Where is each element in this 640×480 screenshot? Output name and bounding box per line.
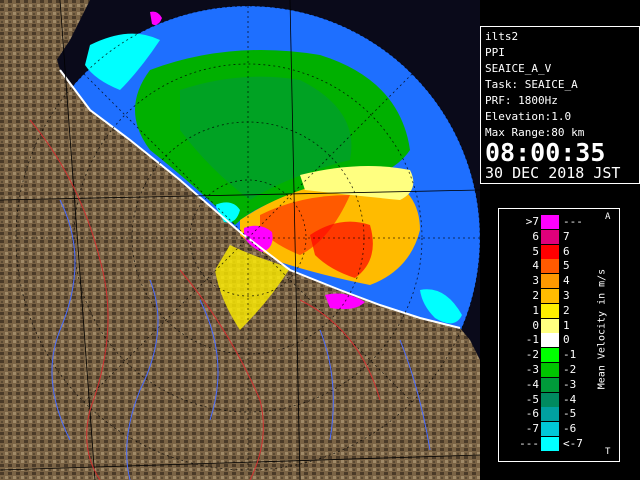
legend-lower-bound: 1: [532, 303, 539, 317]
legend-upper-bound: 0: [563, 333, 570, 347]
product-name: SEAICE_A_V: [485, 62, 552, 75]
legend-upper-bound: ---: [563, 215, 583, 228]
legend-row: -6 -5: [499, 407, 589, 422]
legend-upper-bound: 1: [563, 318, 570, 332]
legend-row: --- <-7: [499, 437, 589, 451]
station-name: ilts2: [485, 30, 519, 43]
legend-upper-bound: 6: [563, 244, 570, 258]
legend-row: 34: [499, 274, 589, 289]
elevation-label: Elevation:1.0: [485, 110, 572, 123]
legend-color-swatch: [541, 303, 559, 318]
legend-lower-bound: -6: [525, 407, 539, 421]
legend-upper-bound: <-7: [563, 437, 583, 450]
legend-row: -4 -3: [499, 377, 589, 392]
legend-corner-bottom: T: [605, 447, 611, 457]
legend-upper-bound: 7: [563, 229, 570, 243]
task-label: Task: SEAICE_A: [485, 78, 578, 91]
legend-upper-bound: -4: [563, 392, 577, 406]
legend-color-swatch: [541, 244, 559, 259]
legend-title-box: Mean Velocity in m/s: [588, 239, 616, 419]
legend-row: 67: [499, 229, 589, 244]
observation-date: 30 DEC 2018 JST: [485, 164, 621, 182]
legend-lower-bound: -5: [525, 392, 539, 406]
info-panel: ilts2 PPI SEAICE_A_V Task: SEAICE_A PRF:…: [480, 26, 640, 184]
product-type: PPI: [485, 46, 505, 59]
legend-lower-bound: -4: [525, 377, 539, 391]
legend-upper-bound: -3: [563, 377, 577, 391]
observation-time: 08:00:35: [485, 138, 606, 167]
legend-color-swatch: [541, 259, 559, 274]
legend-color-swatch: [541, 422, 559, 437]
legend-color-swatch: [541, 407, 559, 422]
legend-row: -3 -2: [499, 363, 589, 377]
legend-lower-bound: -3: [525, 363, 539, 376]
legend-color-swatch: [541, 333, 559, 348]
legend-lower-bound: 6: [532, 229, 539, 243]
legend-lower-bound: 2: [532, 289, 539, 302]
legend-upper-bound: 3: [563, 289, 570, 302]
legend-upper-bound: -2: [563, 363, 577, 376]
legend-upper-bound: -1: [563, 348, 577, 362]
legend-color-swatch: [541, 289, 559, 303]
legend-color-swatch: [541, 274, 559, 289]
legend-upper-bound: -5: [563, 407, 577, 421]
legend-color-swatch: [541, 363, 559, 377]
legend-corner-top: A: [605, 212, 611, 222]
legend-upper-bound: 5: [563, 259, 570, 273]
legend-lower-bound: 0: [532, 318, 539, 332]
legend-lower-bound: 4: [532, 259, 539, 273]
legend-color-swatch: [541, 318, 559, 333]
velocity-legend: >7 --- 6 7 5 6 4 5 3 4 2 3 1 2 0 1 -1 0 -2 -1 -3 -2 -4 -3 -5 -4 -6…: [498, 208, 620, 462]
legend-upper-bound: -6: [563, 422, 577, 436]
legend-row: -1 0: [499, 333, 589, 348]
legend-lower-bound: 5: [532, 244, 539, 258]
legend-upper-bound: 2: [563, 303, 570, 317]
legend-color-swatch: [541, 348, 559, 363]
legend-lower-bound: -1: [525, 333, 539, 347]
legend-row: -5 -4: [499, 392, 589, 407]
legend-upper-bound: 4: [563, 274, 570, 288]
legend-row: 45: [499, 259, 589, 274]
legend-row: 23: [499, 289, 589, 303]
legend-lower-bound: ---: [519, 437, 539, 450]
legend-color-swatch: [541, 437, 559, 451]
legend-lower-bound: -2: [525, 348, 539, 362]
legend-lower-bound: 3: [532, 274, 539, 288]
legend-row: 56: [499, 244, 589, 259]
radar-ppi-display: [0, 0, 480, 480]
legend-title: Mean Velocity in m/s: [596, 268, 608, 390]
legend-row: >7 ---: [499, 215, 589, 229]
legend-lower-bound: -7: [525, 422, 539, 436]
legend-color-swatch: [541, 392, 559, 407]
prf-label: PRF: 1800Hz: [485, 94, 558, 107]
legend-color-swatch: [541, 215, 559, 229]
legend-row: 12: [499, 303, 589, 318]
legend-lower-bound: >7: [525, 215, 539, 228]
legend-row: 01: [499, 318, 589, 333]
legend-color-swatch: [541, 229, 559, 244]
legend-row: -7 -6: [499, 422, 589, 437]
legend-row: -2 -1: [499, 348, 589, 363]
legend-color-swatch: [541, 377, 559, 392]
